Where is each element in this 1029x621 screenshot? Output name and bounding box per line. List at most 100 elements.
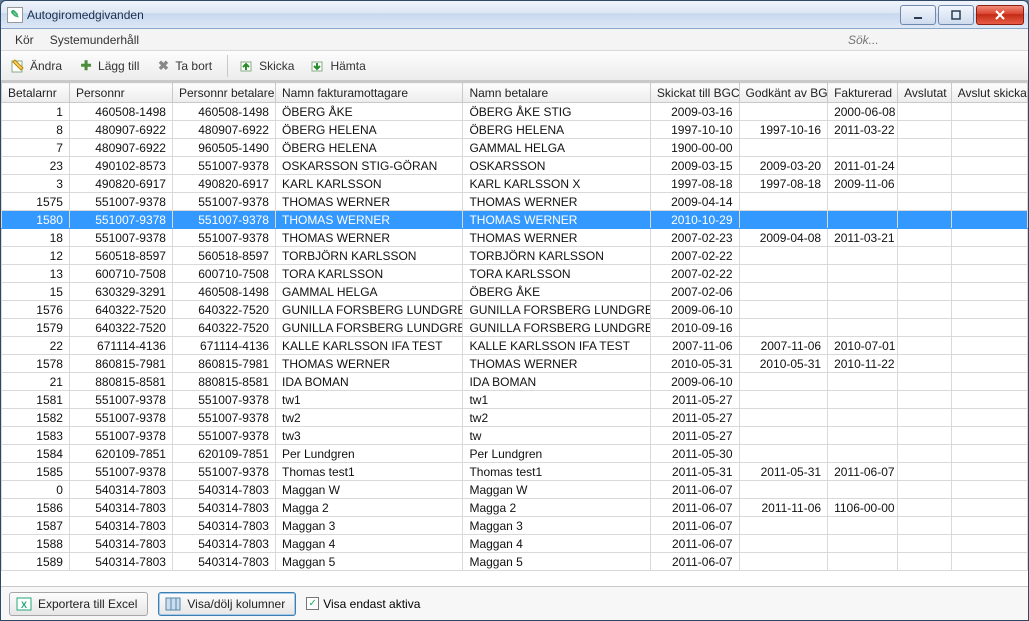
skicka-button[interactable]: Skicka <box>234 54 303 78</box>
search-box[interactable] <box>846 32 1016 48</box>
cell-personnr_betalare[interactable]: 551007-9378 <box>172 463 275 481</box>
cell-skickat[interactable]: 2009-03-16 <box>650 103 739 121</box>
cell-personnr_betalare[interactable]: 671114-4136 <box>172 337 275 355</box>
cell-personnr[interactable]: 551007-9378 <box>69 229 172 247</box>
cell-personnr_betalare[interactable]: 490820-6917 <box>172 175 275 193</box>
cell-avslutat[interactable] <box>898 121 952 139</box>
cell-avslutat[interactable] <box>898 427 952 445</box>
ta-bort-button[interactable]: ✖ Ta bort <box>150 54 221 78</box>
cell-godkant[interactable] <box>739 535 828 553</box>
cell-avslut_skickat[interactable] <box>951 319 1027 337</box>
cell-skickat[interactable]: 2009-04-14 <box>650 193 739 211</box>
cell-godkant[interactable] <box>739 409 828 427</box>
cell-namn_b[interactable]: Thomas test1 <box>463 463 650 481</box>
cell-skickat[interactable]: 2011-05-27 <box>650 427 739 445</box>
cell-avslutat[interactable] <box>898 139 952 157</box>
cell-avslut_skickat[interactable] <box>951 265 1027 283</box>
cell-namn_fm[interactable]: Maggan 3 <box>275 517 462 535</box>
table-row[interactable]: 8480907-6922480907-6922ÖBERG HELENAÖBERG… <box>2 121 1028 139</box>
cell-fakturerad[interactable]: 2010-11-22 <box>828 355 898 373</box>
table-row[interactable]: 1580551007-9378551007-9378THOMAS WERNERT… <box>2 211 1028 229</box>
cell-avslut_skickat[interactable] <box>951 391 1027 409</box>
andra-button[interactable]: Ändra <box>5 54 71 78</box>
cell-namn_fm[interactable]: tw1 <box>275 391 462 409</box>
lagg-till-button[interactable]: ✚ Lägg till <box>73 54 148 78</box>
cell-namn_fm[interactable]: Per Lundgren <box>275 445 462 463</box>
cell-skickat[interactable]: 2007-02-22 <box>650 247 739 265</box>
menu-systemunderhall[interactable]: Systemunderhåll <box>42 31 147 49</box>
cell-avslutat[interactable] <box>898 481 952 499</box>
col-namn-fakturamottagare[interactable]: Namn fakturamottagare <box>275 83 462 103</box>
cell-avslut_skickat[interactable] <box>951 481 1027 499</box>
cell-namn_fm[interactable]: Maggan 5 <box>275 553 462 571</box>
cell-betalarnr[interactable]: 3 <box>2 175 70 193</box>
cell-namn_fm[interactable]: THOMAS WERNER <box>275 211 462 229</box>
cell-personnr_betalare[interactable]: 540314-7803 <box>172 499 275 517</box>
cell-avslutat[interactable] <box>898 499 952 517</box>
cell-personnr[interactable]: 480907-6922 <box>69 121 172 139</box>
cell-namn_fm[interactable]: Maggan 4 <box>275 535 462 553</box>
cell-godkant[interactable]: 2011-05-31 <box>739 463 828 481</box>
cell-avslutat[interactable] <box>898 193 952 211</box>
cell-betalarnr[interactable]: 13 <box>2 265 70 283</box>
cell-namn_b[interactable]: THOMAS WERNER <box>463 355 650 373</box>
cell-namn_b[interactable]: GAMMAL HELGA <box>463 139 650 157</box>
cell-skickat[interactable]: 2011-05-30 <box>650 445 739 463</box>
table-row[interactable]: 1587540314-7803540314-7803Maggan 3Maggan… <box>2 517 1028 535</box>
cell-namn_fm[interactable]: TORA KARLSSON <box>275 265 462 283</box>
grid-scroll[interactable]: Betalarnr Personnr Personnr betalare Nam… <box>1 82 1028 586</box>
table-row[interactable]: 3490820-6917490820-6917KARL KARLSSONKARL… <box>2 175 1028 193</box>
col-skickat-till-bgc[interactable]: Skickat till BGC <box>650 83 739 103</box>
cell-avslut_skickat[interactable] <box>951 355 1027 373</box>
cell-fakturerad[interactable] <box>828 517 898 535</box>
cell-namn_fm[interactable]: tw3 <box>275 427 462 445</box>
cell-namn_b[interactable]: Maggan 4 <box>463 535 650 553</box>
cell-skickat[interactable]: 2011-06-07 <box>650 481 739 499</box>
hamta-button[interactable]: Hämta <box>305 54 374 78</box>
cell-godkant[interactable] <box>739 265 828 283</box>
cell-betalarnr[interactable]: 12 <box>2 247 70 265</box>
cell-skickat[interactable]: 2010-10-29 <box>650 211 739 229</box>
export-excel-button[interactable]: X Exportera till Excel <box>9 592 148 616</box>
cell-betalarnr[interactable]: 1583 <box>2 427 70 445</box>
cell-betalarnr[interactable]: 7 <box>2 139 70 157</box>
cell-fakturerad[interactable] <box>828 301 898 319</box>
cell-skickat[interactable]: 1997-08-18 <box>650 175 739 193</box>
cell-skickat[interactable]: 2007-02-22 <box>650 265 739 283</box>
cell-avslutat[interactable] <box>898 535 952 553</box>
cell-namn_b[interactable]: GUNILLA FORSBERG LUNDGREN <box>463 301 650 319</box>
cell-personnr[interactable]: 540314-7803 <box>69 481 172 499</box>
cell-godkant[interactable] <box>739 301 828 319</box>
cell-personnr_betalare[interactable]: 540314-7803 <box>172 535 275 553</box>
cell-personnr[interactable]: 551007-9378 <box>69 463 172 481</box>
cell-namn_fm[interactable]: THOMAS WERNER <box>275 355 462 373</box>
cell-avslut_skickat[interactable] <box>951 409 1027 427</box>
cell-namn_b[interactable]: ÖBERG ÅKE STIG <box>463 103 650 121</box>
cell-avslut_skickat[interactable] <box>951 535 1027 553</box>
cell-personnr[interactable]: 540314-7803 <box>69 499 172 517</box>
cell-personnr[interactable]: 490820-6917 <box>69 175 172 193</box>
checkbox-box[interactable]: ✓ <box>306 597 319 610</box>
cell-personnr_betalare[interactable]: 540314-7803 <box>172 553 275 571</box>
cell-namn_fm[interactable]: tw2 <box>275 409 462 427</box>
table-row[interactable]: 1589540314-7803540314-7803Maggan 5Maggan… <box>2 553 1028 571</box>
cell-fakturerad[interactable] <box>828 535 898 553</box>
table-row[interactable]: 1579640322-7520640322-7520GUNILLA FORSBE… <box>2 319 1028 337</box>
cell-avslut_skickat[interactable] <box>951 229 1027 247</box>
cell-fakturerad[interactable] <box>828 391 898 409</box>
cell-personnr[interactable]: 490102-8573 <box>69 157 172 175</box>
cell-skickat[interactable]: 2010-05-31 <box>650 355 739 373</box>
cell-fakturerad[interactable] <box>828 283 898 301</box>
cell-godkant[interactable] <box>739 445 828 463</box>
show-active-only-checkbox[interactable]: ✓ Visa endast aktiva <box>306 597 420 611</box>
table-row[interactable]: 1588540314-7803540314-7803Maggan 4Maggan… <box>2 535 1028 553</box>
cell-betalarnr[interactable]: 1575 <box>2 193 70 211</box>
cell-namn_fm[interactable]: Thomas test1 <box>275 463 462 481</box>
show-hide-columns-button[interactable]: Visa/dölj kolumner <box>158 592 296 616</box>
cell-avslut_skickat[interactable] <box>951 301 1027 319</box>
table-row[interactable]: 1578860815-7981860815-7981THOMAS WERNERT… <box>2 355 1028 373</box>
cell-godkant[interactable] <box>739 391 828 409</box>
cell-avslutat[interactable] <box>898 463 952 481</box>
cell-personnr[interactable]: 551007-9378 <box>69 391 172 409</box>
cell-personnr[interactable]: 551007-9378 <box>69 211 172 229</box>
